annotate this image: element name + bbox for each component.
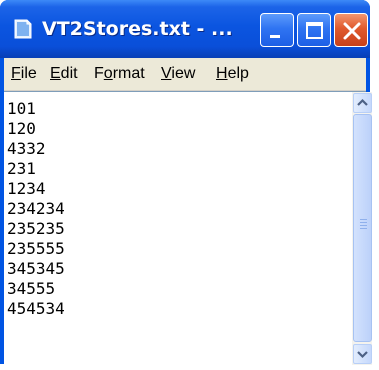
menu-help[interactable]: Help [216,58,249,90]
menu-view[interactable]: View [161,58,195,90]
minimize-button[interactable] [260,13,294,47]
text-editor[interactable]: 101 120 4332 231 1234 234234 235235 235555 34534… [4,91,372,365]
text-line: 1234 [7,179,46,198]
scroll-grip-line [360,228,367,229]
menu-format-rest: rmat [112,65,145,82]
scroll-up-arrow-icon [357,98,368,106]
text-line: 34555 [7,279,56,298]
text-line: 4332 [7,139,46,158]
text-line: 234234 [7,199,65,218]
vertical-scrollbar[interactable] [352,92,372,365]
menu-format[interactable]: Format [94,58,145,90]
minimize-icon [270,35,280,38]
scroll-grip-line [360,219,367,220]
maximize-icon [306,22,323,39]
menu-edit-mnemonic: E [50,65,61,82]
scroll-grip-line [360,225,367,226]
text-line: 101 [7,99,36,118]
menu-help-rest: elp [227,65,249,82]
menu-format-prefix: F [94,65,104,82]
menu-view-rest: iew [171,65,196,82]
menu-view-mnemonic: V [161,65,172,82]
menu-bar: File Edit Format View Help [4,58,366,91]
menu-file-mnemonic: F [11,65,21,82]
text-line: 120 [7,119,36,138]
menu-file-rest: ile [20,65,37,82]
text-line: 235555 [7,239,65,258]
text-line: 235235 [7,219,65,238]
text-line: 345345 [7,259,65,278]
menu-edit-rest: dit [60,65,78,82]
notepad-window: VT2Stores.txt - ... File Edit Format Vie… [0,0,372,365]
scroll-up-button[interactable] [353,93,372,113]
scrollbar-thumb[interactable] [353,114,372,342]
title-bar[interactable]: VT2Stores.txt - ... [0,0,370,58]
scroll-grip-line [360,222,367,223]
menu-file[interactable]: File [11,58,37,90]
close-button[interactable] [334,13,368,47]
menu-help-mnemonic: H [216,65,228,82]
scroll-down-button[interactable] [353,344,372,364]
menu-format-mnemonic: o [103,65,113,82]
close-icon [343,22,361,40]
maximize-button[interactable] [297,13,331,47]
window-title: VT2Stores.txt - ... [42,18,233,40]
notepad-icon [14,19,32,39]
text-line: 231 [7,159,36,178]
scroll-down-arrow-icon [357,351,368,359]
menu-edit[interactable]: Edit [50,58,78,90]
document-text[interactable]: 101 120 4332 231 1234 234234 235235 235555 34534… [7,99,351,319]
text-line: 454534 [7,299,65,318]
